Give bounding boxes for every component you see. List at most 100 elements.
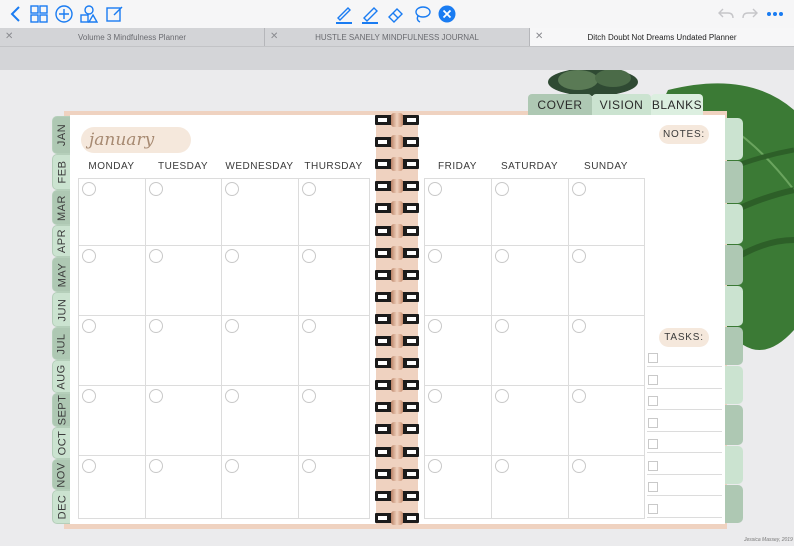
day-cell[interactable] (492, 316, 569, 386)
date-circle (572, 249, 586, 263)
month-tab-jan[interactable]: JAN (52, 116, 72, 154)
day-cell[interactable] (299, 179, 370, 246)
month-tab-mar[interactable]: MAR (52, 190, 72, 225)
day-cell[interactable] (569, 456, 645, 519)
spiral-coil (375, 289, 419, 304)
task-checkbox[interactable] (648, 460, 658, 471)
side-tab[interactable] (725, 118, 743, 160)
month-tab-jul[interactable]: JUL (52, 327, 72, 360)
side-tab[interactable] (725, 204, 743, 244)
day-cell[interactable] (79, 316, 146, 386)
date-circle (428, 319, 442, 333)
day-cell[interactable] (299, 246, 370, 316)
close-tab-icon[interactable]: ✕ (270, 31, 278, 42)
eraser-icon[interactable] (386, 4, 406, 24)
day-cell[interactable] (222, 456, 299, 519)
document-tab-active[interactable]: ✕ Ditch Doubt Not Dreams Undated Planner (530, 28, 794, 46)
side-tab[interactable] (725, 245, 743, 285)
close-tab-icon[interactable]: ✕ (5, 31, 13, 42)
close-tab-icon[interactable]: ✕ (535, 31, 543, 42)
month-tab-may[interactable]: MAY (52, 257, 72, 292)
day-cell[interactable] (569, 316, 645, 386)
spiral-coil (375, 444, 419, 459)
side-tab[interactable] (725, 366, 743, 404)
month-tab-nov[interactable]: NOV (52, 459, 72, 490)
undo-icon[interactable] (716, 4, 736, 24)
task-checkbox[interactable] (648, 374, 658, 385)
day-cell[interactable] (146, 179, 222, 246)
document-tab[interactable]: ✕ HUSTLE SANELY MINDFULNESS JOURNAL (265, 28, 529, 46)
redo-icon[interactable] (740, 4, 760, 24)
shapes-icon[interactable] (79, 4, 99, 24)
day-cell[interactable] (79, 386, 146, 456)
day-cell[interactable] (425, 456, 492, 519)
grid-icon[interactable] (29, 4, 49, 24)
edit-icon[interactable] (105, 4, 125, 24)
day-cell[interactable] (146, 386, 222, 456)
day-cell[interactable] (569, 179, 645, 246)
side-tab[interactable] (725, 446, 743, 484)
month-tab-feb[interactable]: FEB (52, 154, 72, 190)
month-tab-dec[interactable]: DEC (52, 490, 72, 524)
month-tab-oct[interactable]: OCT (52, 427, 72, 459)
side-tab[interactable] (725, 161, 743, 203)
day-cell[interactable] (299, 456, 370, 519)
day-cell[interactable] (222, 246, 299, 316)
day-cell[interactable] (425, 386, 492, 456)
back-chevron-icon[interactable] (6, 4, 26, 24)
month-tab-apr[interactable]: APR (52, 225, 72, 257)
month-tab-jun[interactable]: JUN (52, 292, 72, 327)
month-tab-aug[interactable]: AUG (52, 360, 72, 393)
document-tab[interactable]: ✕ Volume 3 Mindfulness Planner (0, 28, 264, 46)
day-cell[interactable] (146, 456, 222, 519)
more-icon[interactable] (765, 4, 785, 24)
day-cell[interactable] (492, 386, 569, 456)
day-cell[interactable] (79, 179, 146, 246)
day-cell[interactable] (299, 316, 370, 386)
lasso-icon[interactable] (412, 4, 432, 24)
day-cell[interactable] (569, 246, 645, 316)
tab-vision[interactable]: VISION (592, 94, 651, 115)
task-checkbox[interactable] (648, 439, 658, 449)
side-tab[interactable] (725, 485, 743, 523)
day-cell[interactable] (222, 316, 299, 386)
highlighter-icon[interactable] (360, 4, 380, 24)
task-checkbox[interactable] (648, 503, 658, 514)
day-header-tuesday: TUESDAY (158, 161, 208, 172)
day-cell[interactable] (492, 179, 569, 246)
month-label: JUN (56, 298, 69, 321)
task-line (647, 473, 722, 475)
side-tab[interactable] (725, 405, 743, 445)
day-cell[interactable] (79, 456, 146, 519)
day-cell[interactable] (222, 179, 299, 246)
date-circle (149, 389, 163, 403)
day-cell[interactable] (222, 386, 299, 456)
tab-label: HUSTLE SANELY MINDFULNESS JOURNAL (315, 32, 479, 42)
task-checkbox[interactable] (648, 482, 658, 492)
spiral-coil (375, 245, 419, 260)
side-tab[interactable] (725, 286, 743, 326)
date-circle (82, 249, 96, 263)
day-cell[interactable] (425, 316, 492, 386)
day-cell[interactable] (425, 246, 492, 316)
add-icon[interactable] (54, 4, 74, 24)
day-cell[interactable] (79, 246, 146, 316)
day-cell[interactable] (492, 246, 569, 316)
day-cell[interactable] (299, 386, 370, 456)
day-cell[interactable] (146, 246, 222, 316)
tab-blanks[interactable]: BLANKS (651, 94, 703, 115)
date-circle (149, 182, 163, 196)
month-tab-sept[interactable]: SEPT (52, 393, 72, 427)
tab-cover[interactable]: COVER (528, 94, 592, 115)
day-cell[interactable] (492, 456, 569, 519)
day-header-friday: FRIDAY (438, 161, 477, 172)
day-cell[interactable] (569, 386, 645, 456)
side-tab[interactable] (725, 327, 743, 365)
task-checkbox[interactable] (648, 417, 658, 428)
day-cell[interactable] (425, 179, 492, 246)
task-checkbox[interactable] (648, 396, 658, 406)
pen-icon[interactable] (334, 4, 354, 24)
close-icon[interactable] (437, 4, 457, 24)
day-cell[interactable] (146, 316, 222, 386)
task-checkbox[interactable] (648, 353, 658, 363)
